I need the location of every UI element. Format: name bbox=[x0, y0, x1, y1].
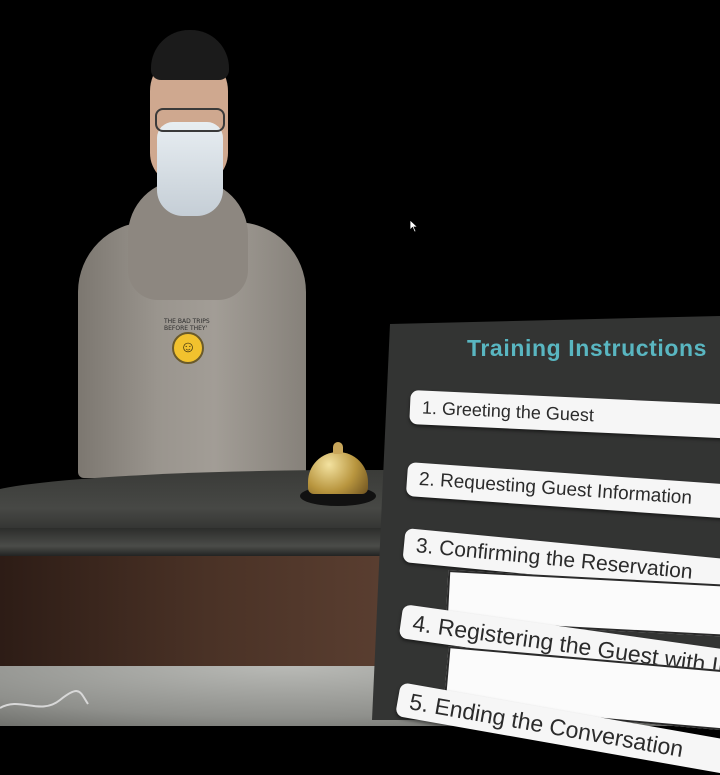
glasses bbox=[155, 108, 225, 132]
service-bell-knob[interactable] bbox=[333, 442, 343, 454]
vr-scene: ☺ THE BAD TRIPS BEFORE THEY' Training In… bbox=[0, 0, 720, 775]
face-mask bbox=[157, 122, 223, 216]
mouse-cursor-icon bbox=[409, 219, 419, 233]
shirt-logo-text: THE BAD TRIPS BEFORE THEY' bbox=[164, 318, 210, 332]
cable-icon bbox=[0, 690, 89, 709]
panel-title: Training Instructions bbox=[467, 335, 708, 361]
hair bbox=[151, 30, 229, 80]
